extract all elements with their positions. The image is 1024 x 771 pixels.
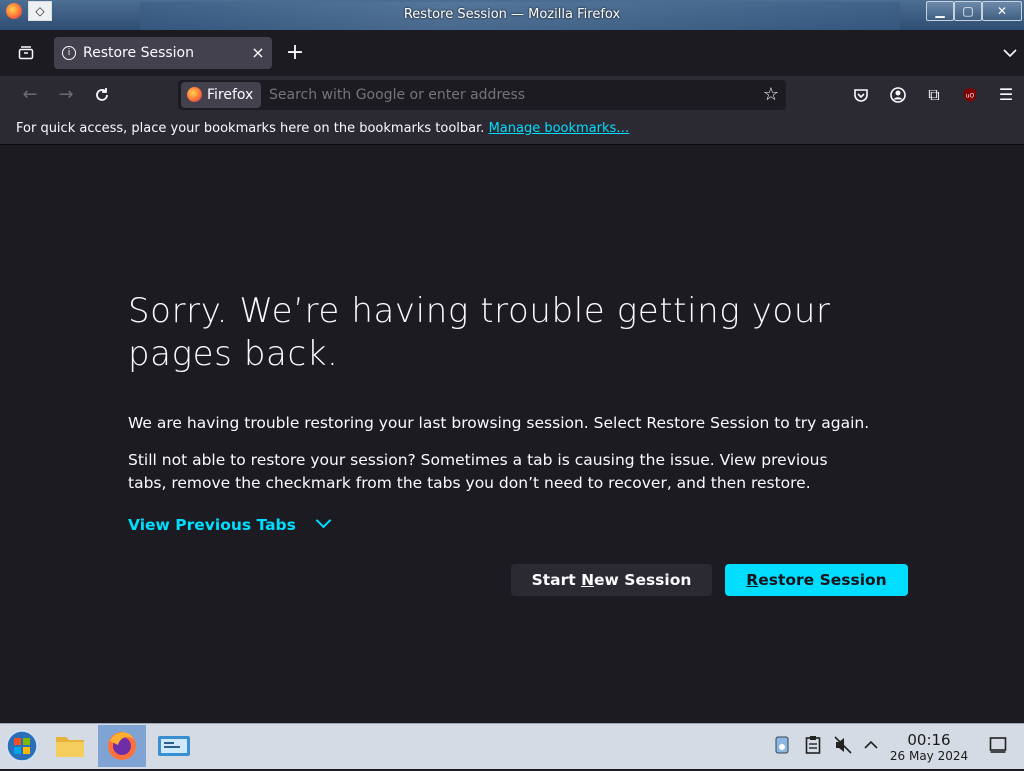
identity-box[interactable]: Firefox — [181, 82, 261, 108]
btn-new-text-pre: Start — [531, 571, 582, 589]
info-icon: i — [62, 46, 76, 60]
chevron-down-icon[interactable] — [994, 37, 1024, 69]
extensions-icon[interactable]: ⧉ — [919, 80, 949, 110]
file-manager-icon[interactable] — [48, 725, 92, 767]
tab-label: Restore Session — [83, 45, 194, 61]
manage-bookmarks-link[interactable]: Manage bookmarks… — [489, 121, 630, 136]
description-restore: We are having trouble restoring your las… — [128, 414, 870, 432]
account-icon[interactable] — [883, 80, 913, 110]
bookmarks-message: For quick access, place your bookmarks h… — [16, 121, 489, 136]
svg-text:uO: uO — [966, 93, 975, 100]
page-title: Sorry. We’re having trouble getting your… — [128, 291, 831, 374]
close-tab-icon[interactable]: × — [248, 43, 268, 63]
clock-date: 26 May 2024 — [889, 749, 969, 763]
restore-session-button[interactable]: Restore Session — [725, 564, 908, 596]
clock-time: 00:16 — [907, 731, 951, 749]
star-icon[interactable]: ☆ — [756, 80, 786, 110]
tray-expand-icon[interactable] — [860, 733, 882, 757]
btn-restore-accesskey: R — [746, 571, 759, 589]
view-previous-tabs-label: View Previous Tabs — [128, 516, 296, 534]
close-icon[interactable]: ✕ — [982, 1, 1022, 21]
tab-restore-session[interactable]: i Restore Session × — [54, 37, 272, 69]
address-input[interactable] — [269, 80, 749, 110]
tab-overview-icon[interactable] — [10, 37, 42, 69]
firefox-taskbar-button[interactable] — [98, 725, 146, 767]
bookmarks-hint: For quick access, place your bookmarks h… — [16, 114, 629, 144]
window-titlebar: ◇ Restore Session — Mozilla Firefox ▁ ▢ … — [0, 0, 1024, 30]
new-tab-button[interactable]: + — [279, 37, 311, 69]
clock[interactable]: 00:16 26 May 2024 — [880, 731, 978, 764]
start-new-session-button[interactable]: Start New Session — [511, 564, 712, 596]
bookmarks-toolbar: For quick access, place your bookmarks h… — [0, 114, 1024, 145]
minimize-icon[interactable]: ▁ — [926, 1, 954, 21]
btn-restore-text: estore Session — [758, 571, 887, 589]
updates-icon[interactable] — [771, 733, 793, 757]
show-desktop-icon[interactable] — [987, 733, 1009, 757]
pocket-icon[interactable] — [846, 80, 876, 110]
forward-icon[interactable]: → — [50, 79, 82, 111]
reload-icon[interactable] — [86, 79, 118, 111]
description-help: Still not able to restore your session? … — [128, 451, 828, 492]
clipboard-icon[interactable] — [802, 733, 824, 757]
ublock-icon[interactable]: uO — [955, 80, 985, 110]
chevron-down-icon — [315, 512, 332, 529]
view-previous-tabs-toggle[interactable]: View Previous Tabs — [128, 512, 332, 536]
firefox-icon — [187, 87, 202, 102]
btn-new-text-post: ew Session — [594, 571, 692, 589]
start-menu-icon[interactable] — [0, 725, 44, 767]
maximize-icon[interactable]: ▢ — [954, 1, 982, 21]
volume-muted-icon[interactable] — [832, 733, 854, 757]
terminal-icon[interactable] — [152, 725, 196, 767]
identity-label: Firefox — [207, 87, 254, 103]
menu-icon[interactable]: ☰ — [991, 80, 1021, 110]
window-title: Restore Session — Mozilla Firefox — [403, 7, 621, 22]
back-icon[interactable]: ← — [14, 79, 46, 111]
btn-new-accesskey: N — [581, 571, 595, 589]
